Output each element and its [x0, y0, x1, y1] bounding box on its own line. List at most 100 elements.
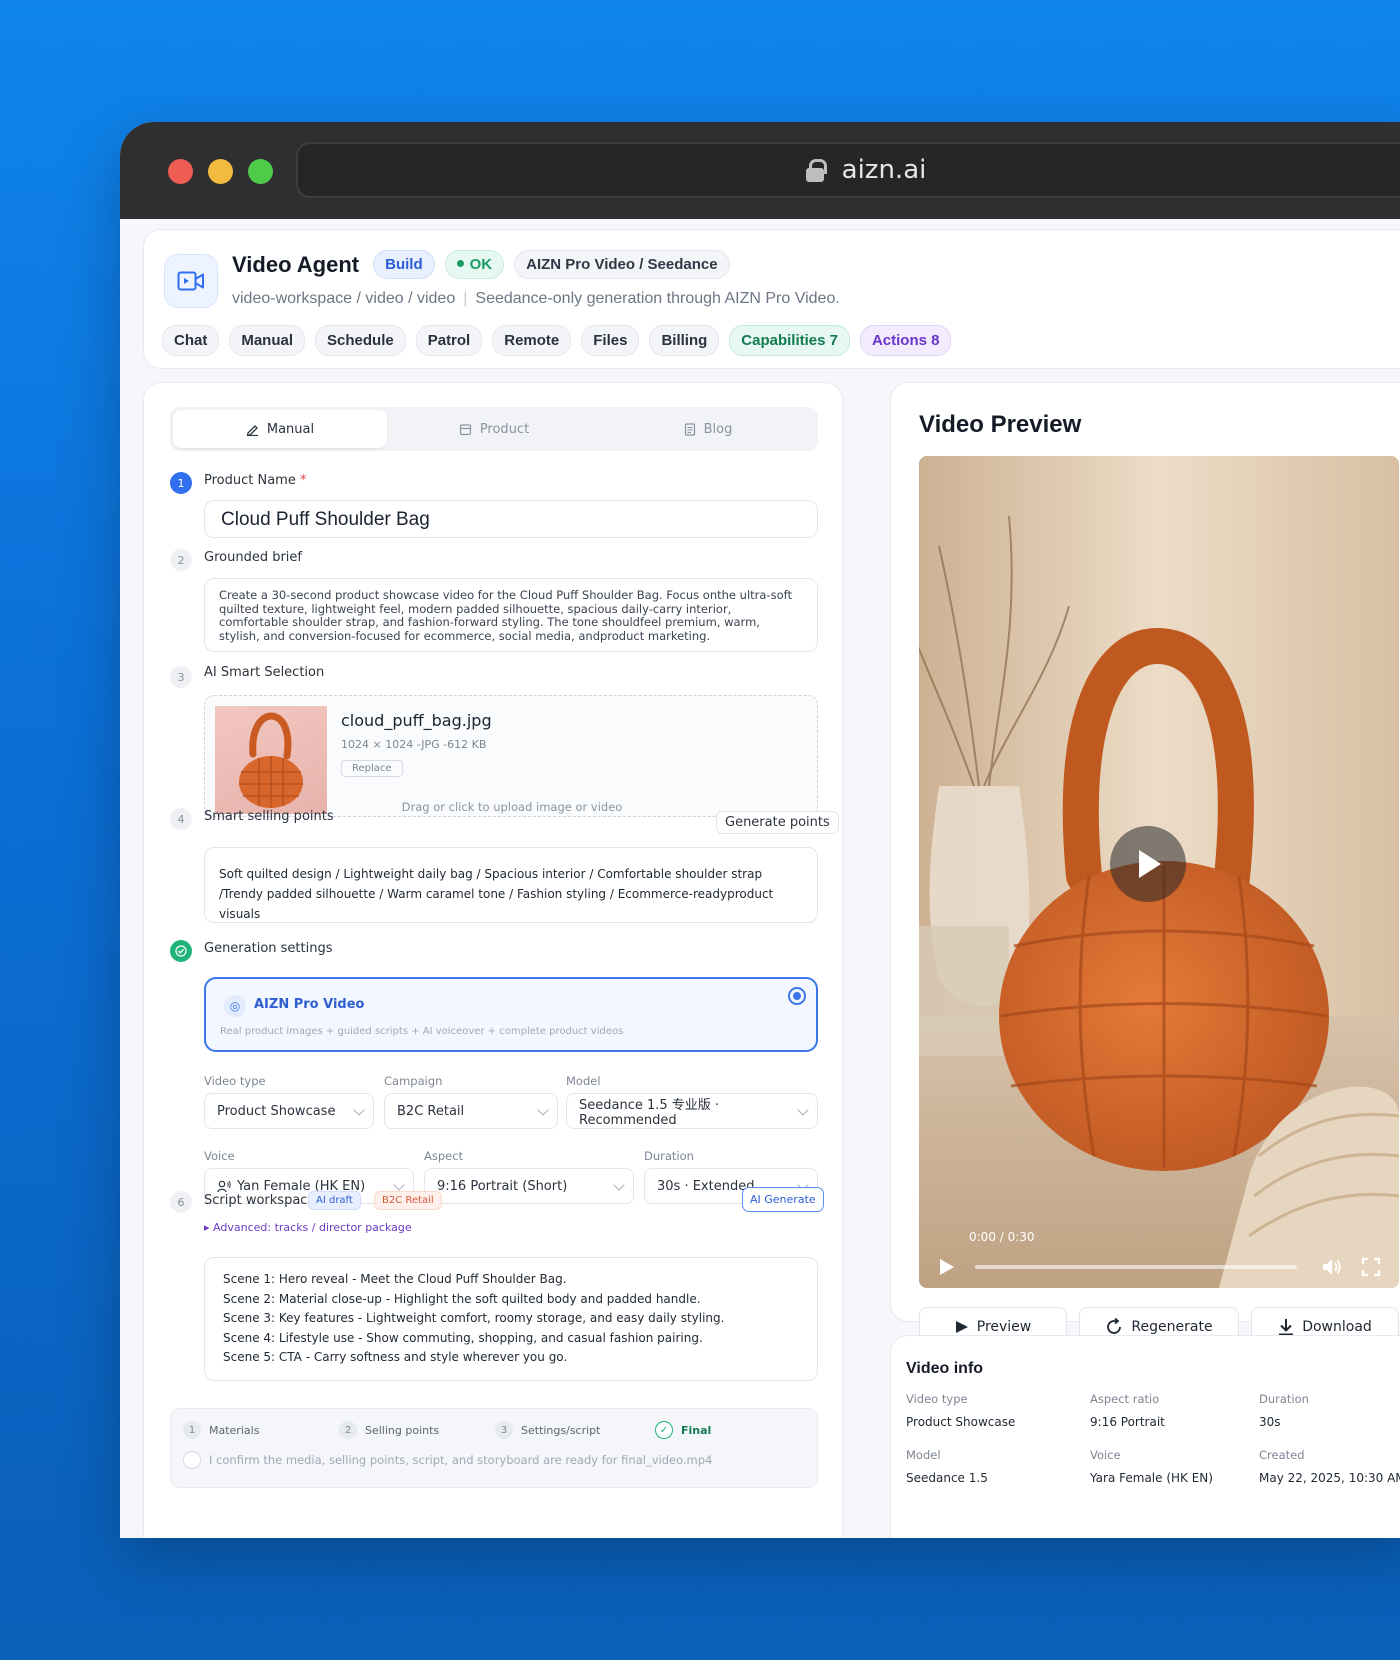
progress-step-selling-points[interactable]: 2 Selling points — [339, 1421, 439, 1439]
selected-check-icon — [788, 987, 806, 1005]
status-badge-label: OK — [469, 256, 493, 273]
tab-manual[interactable]: Manual — [229, 325, 306, 356]
progress-step-label: Settings/script — [521, 1423, 601, 1437]
upload-dropzone[interactable]: cloud_puff_bag.jpg 1024 × 1024 -JPG -612… — [204, 695, 818, 817]
progress-step-number: 2 — [339, 1421, 357, 1439]
campaign-select[interactable]: B2C Retail — [384, 1093, 558, 1129]
url-text: aizn.ai — [841, 155, 927, 185]
agent-header: Video Agent Build OK AIZN Pro Video / Se… — [143, 229, 1400, 369]
tab-billing[interactable]: Billing — [649, 325, 720, 356]
seek-bar[interactable] — [975, 1265, 1297, 1269]
address-bar[interactable]: aizn.ai — [296, 142, 1400, 198]
video-player[interactable]: 0:00 / 0:30 — [919, 456, 1399, 1288]
engine-icon: ◎ — [224, 995, 246, 1017]
play-icon — [940, 1259, 954, 1275]
voice-user-icon — [217, 1180, 231, 1192]
maximize-window-button[interactable] — [248, 159, 273, 184]
file-meta: 1024 × 1024 -JPG -612 KB — [341, 738, 487, 751]
required-marker: * — [300, 473, 307, 488]
tab-schedule[interactable]: Schedule — [315, 325, 406, 356]
play-overlay-button[interactable] — [1110, 826, 1186, 902]
video-info-title: Video info — [906, 1360, 984, 1377]
script-textarea[interactable]: Scene 1: Hero reveal - Meet the Cloud Pu… — [204, 1257, 818, 1381]
product-thumbnail — [215, 706, 327, 814]
status-badge: OK — [444, 250, 505, 279]
selling-points-label: Smart selling points — [204, 809, 334, 824]
progress-step-settings-script[interactable]: 3 Settings/script — [495, 1421, 600, 1439]
lock-icon — [805, 159, 827, 182]
info-created-value: May 22, 2025, 10:30 AM — [1259, 1471, 1400, 1485]
step-2-indicator: 2 — [170, 549, 192, 571]
progress-step-materials[interactable]: 1 Materials — [183, 1421, 259, 1439]
mode-blog[interactable]: Blog — [601, 410, 815, 448]
tab-chat[interactable]: Chat — [162, 325, 220, 356]
campaign-label: Campaign — [384, 1074, 443, 1088]
volume-icon — [1323, 1259, 1341, 1275]
minimize-window-button[interactable] — [208, 159, 233, 184]
mode-switch: Manual Product Blog — [170, 407, 818, 451]
replace-button[interactable]: Replace — [341, 760, 403, 777]
smart-selection-label: AI Smart Selection — [204, 665, 325, 680]
step-1-indicator: 1 — [170, 472, 192, 494]
browser-window: aizn.ai Video Agent Build OK AIZN Pro Vi… — [120, 122, 1400, 1538]
selling-points-textarea[interactable]: Soft quilted design / Lightweight daily … — [204, 847, 818, 923]
model-label: Model — [566, 1074, 601, 1088]
play-button[interactable] — [939, 1258, 955, 1280]
confirm-text: I confirm the media, selling points, scr… — [209, 1453, 713, 1467]
duration-value: 30s · Extended — [657, 1178, 755, 1194]
campaign-value: B2C Retail — [397, 1103, 465, 1119]
info-created-label: Created — [1259, 1448, 1305, 1462]
mode-manual[interactable]: Manual — [173, 410, 387, 448]
duration-label: Duration — [644, 1149, 694, 1163]
aspect-select[interactable]: 9:16 Portrait (Short) — [424, 1168, 634, 1204]
mode-product[interactable]: Product — [387, 410, 601, 448]
video-type-value: Product Showcase — [217, 1103, 336, 1119]
engine-description: Real product images + guided scripts + A… — [220, 1026, 624, 1037]
video-type-label: Video type — [204, 1074, 266, 1088]
progress-step-final[interactable]: ✓ Final — [655, 1421, 711, 1439]
tab-files[interactable]: Files — [581, 325, 640, 356]
video-type-select[interactable]: Product Showcase — [204, 1093, 374, 1129]
ai-generate-button[interactable]: AI Generate — [742, 1187, 824, 1212]
model-value: Seedance 1.5 专业版 · Recommended — [579, 1098, 720, 1128]
model-select[interactable]: Seedance 1.5 专业版 · Recommended — [566, 1093, 818, 1129]
scene-line: Scene 3: Key features - Lightweight comf… — [223, 1311, 725, 1325]
tab-capabilities[interactable]: Capabilities 7 — [729, 325, 850, 356]
progress-step-number: 1 — [183, 1421, 201, 1439]
b2c-retail-tag: B2C Retail — [374, 1191, 442, 1210]
tab-patrol[interactable]: Patrol — [415, 325, 483, 356]
close-window-button[interactable] — [168, 159, 193, 184]
progress-step-number: 3 — [495, 1421, 513, 1439]
confirm-checkbox[interactable] — [183, 1451, 201, 1469]
info-voice-label: Voice — [1090, 1448, 1121, 1462]
confirm-row[interactable]: I confirm the media, selling points, scr… — [183, 1451, 712, 1469]
volume-button[interactable] — [1321, 1257, 1343, 1281]
fullscreen-button[interactable] — [1361, 1257, 1381, 1281]
pencil-icon — [246, 424, 258, 436]
advanced-toggle-label: Advanced: tracks / director package — [213, 1221, 412, 1234]
voice-label: Voice — [204, 1149, 235, 1163]
video-time: 0:00 / 0:30 — [969, 1230, 1035, 1244]
generation-settings-label: Generation settings — [204, 941, 333, 956]
manual-form-panel: Manual Product Blog 1 Product Name * Clo… — [143, 382, 843, 1538]
video-camera-icon — [164, 254, 218, 308]
scene-line: Scene 4: Lifestyle use - Show commuting,… — [223, 1330, 703, 1345]
tab-remote[interactable]: Remote — [492, 325, 572, 356]
brief-textarea[interactable]: Create a 30-second product showcase vide… — [204, 578, 818, 652]
preview-button-label: Preview — [976, 1319, 1032, 1335]
video-preview-panel: Video Preview 0:00 / 0:30 Preview Regene… — [890, 382, 1400, 1347]
tab-actions[interactable]: Actions 8 — [859, 325, 952, 356]
header-description: Seedance-only generation through AIZN Pr… — [475, 290, 840, 307]
build-badge: Build — [373, 250, 435, 279]
breadcrumb: video-workspace / video / video — [232, 290, 456, 307]
engine-card-aizn-pro-video[interactable]: ◎ AIZN Pro Video Real product images + g… — [204, 977, 818, 1052]
play-icon — [1139, 850, 1161, 878]
agent-tabs: Chat Manual Schedule Patrol Remote Files… — [162, 325, 952, 356]
browser-chrome: aizn.ai — [120, 122, 1400, 219]
mode-manual-label: Manual — [266, 421, 315, 437]
progress-step-label: Selling points — [365, 1423, 440, 1437]
product-name-input[interactable]: Cloud Puff Shoulder Bag — [204, 500, 818, 538]
advanced-toggle[interactable]: ▸ Advanced: tracks / director package — [204, 1221, 412, 1234]
generate-points-button[interactable]: Generate points — [716, 811, 839, 834]
product-name-label: Product Name * — [204, 473, 307, 488]
